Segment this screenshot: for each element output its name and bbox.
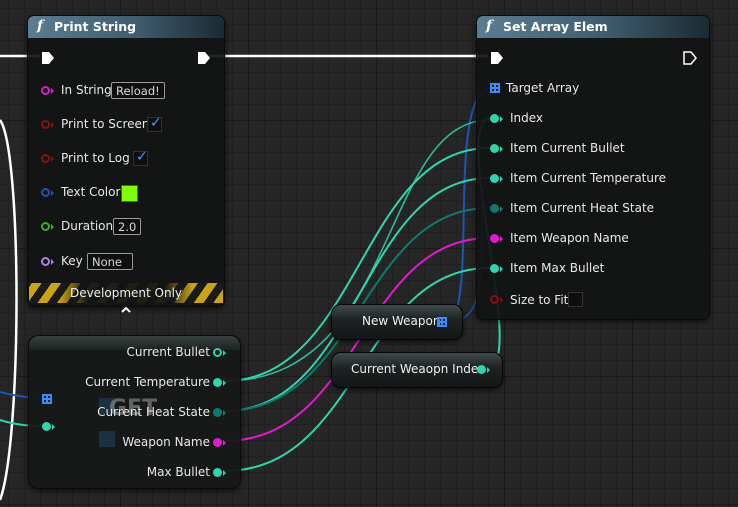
pin-arrow-icon (500, 236, 503, 242)
text-color-pin[interactable] (41, 188, 50, 197)
size-to-fit-label: Size to Fit (510, 293, 569, 307)
pin-arrow-icon (51, 190, 54, 196)
exec-in-pin[interactable] (41, 51, 55, 65)
current-temperature-label: Current Temperature (85, 375, 210, 389)
item-current-bullet-pin[interactable] (490, 144, 499, 153)
function-icon: f (486, 18, 493, 34)
pin-arrow-icon (51, 88, 54, 94)
in-string-label: In String (61, 83, 112, 97)
pin-arrow-icon (223, 380, 226, 386)
print-to-log-label: Print to Log (61, 151, 130, 165)
weapon-name-pin[interactable] (213, 438, 222, 447)
checkmark-icon: ✓ (136, 149, 148, 165)
target-array-label: Target Array (506, 81, 580, 95)
left-exec-wire (0, 119, 18, 501)
item-current-temperature-label: Item Current Temperature (510, 171, 667, 185)
pin-arrow-icon (500, 266, 503, 272)
print-to-log-pin[interactable] (41, 154, 50, 163)
current-temperature-pin[interactable] (213, 378, 222, 387)
pin-arrow-icon (223, 470, 226, 476)
set-array-elem-header[interactable]: f Set Array Elem (477, 16, 709, 38)
exec-out-pin[interactable] (683, 51, 697, 65)
print-to-screen-checkbox[interactable]: ✓ (147, 115, 162, 132)
new-weapon-label: New Weapon (362, 314, 441, 328)
array-grid-icon[interactable] (490, 83, 500, 93)
key-pin[interactable] (41, 257, 50, 266)
chevron-up-icon[interactable] (120, 305, 132, 315)
pin-arrow-icon (487, 367, 490, 373)
pin-arrow-icon (51, 156, 54, 162)
array-input-icon[interactable] (42, 394, 52, 404)
text-color-swatch[interactable] (121, 185, 138, 202)
current-heat-state-label: Current Heat State (97, 405, 210, 419)
duration-pin[interactable] (41, 222, 50, 231)
exec-out-pin[interactable] (197, 51, 211, 65)
print-string-node[interactable]: f Print String In String Reload! Print t… (27, 15, 225, 307)
item-max-bullet-pin[interactable] (490, 264, 499, 273)
print-to-screen-label: Print to Screen (61, 117, 150, 131)
pin-arrow-icon (223, 350, 226, 356)
in-string-field[interactable]: Reload! (111, 82, 165, 99)
size-to-fit-pin[interactable] (490, 295, 499, 304)
pin-arrow-icon (51, 224, 54, 230)
exec-in-pin[interactable] (490, 51, 504, 65)
pin-arrow-icon (500, 297, 503, 303)
current-bullet-label: Current Bullet (126, 345, 210, 359)
pin-arrow-icon (223, 410, 226, 416)
pin-arrow-icon (500, 176, 503, 182)
weapon-name-label: Weapon Name (122, 435, 210, 449)
size-to-fit-checkbox[interactable] (568, 292, 583, 307)
new-weapon-variable-node[interactable]: New Weapon (331, 304, 463, 340)
get-watermark-boxes (99, 431, 115, 447)
current-weapon-index-variable-node[interactable]: Current Weaopn Index (331, 352, 503, 388)
key-label: Key (61, 254, 83, 268)
current-weapon-index-label: Current Weaopn Index (351, 362, 486, 376)
item-current-heat-state-pin[interactable] (490, 204, 499, 213)
bullet-wire (223, 147, 491, 382)
key-field[interactable]: None (87, 253, 133, 270)
print-to-screen-pin[interactable] (41, 120, 50, 129)
index-label: Index (510, 111, 544, 125)
item-weapon-name-pin[interactable] (490, 234, 499, 243)
index-input-pin[interactable] (42, 422, 51, 431)
set-array-elem-node[interactable]: f Set Array Elem Target Array Index Item… (476, 15, 710, 320)
duration-label: Duration (61, 219, 114, 233)
max-bullet-pin[interactable] (213, 468, 222, 477)
item-current-temperature-pin[interactable] (490, 174, 499, 183)
get-array-node[interactable]: GET Current Bullet Current Temperature C… (28, 335, 241, 489)
duration-field[interactable]: 2.0 (113, 218, 142, 235)
text-color-label: Text Color (61, 185, 121, 199)
item-current-bullet-label: Item Current Bullet (510, 141, 625, 155)
development-only-label: Development Only (69, 286, 183, 300)
pin-arrow-icon (223, 440, 226, 446)
pin-arrow-icon (500, 116, 503, 122)
pin-arrow-icon (500, 206, 503, 212)
item-current-heat-state-label: Item Current Heat State (510, 201, 655, 215)
current-bullet-pin[interactable] (213, 348, 222, 357)
pin-arrow-icon (52, 424, 55, 430)
node-title: Print String (54, 19, 137, 34)
print-string-header[interactable]: f Print String (28, 16, 224, 38)
index-pin[interactable] (490, 114, 499, 123)
development-only-banner: Development Only (29, 283, 223, 303)
array-grid-icon[interactable] (437, 317, 447, 327)
print-to-log-checkbox[interactable]: ✓ (133, 149, 148, 166)
item-max-bullet-label: Item Max Bullet (510, 261, 605, 275)
item-weapon-name-label: Item Weapon Name (510, 231, 629, 245)
function-icon: f (37, 18, 44, 34)
pin-arrow-icon (500, 146, 503, 152)
current-heat-state-pin[interactable] (213, 408, 222, 417)
checkmark-icon: ✓ (150, 115, 162, 131)
max-bullet-label: Max Bullet (146, 465, 210, 479)
node-title: Set Array Elem (503, 19, 608, 34)
pin-arrow-icon (51, 122, 54, 128)
current-weapon-index-pin[interactable] (477, 365, 486, 374)
pin-arrow-icon (51, 259, 54, 265)
in-string-pin[interactable] (41, 86, 50, 95)
